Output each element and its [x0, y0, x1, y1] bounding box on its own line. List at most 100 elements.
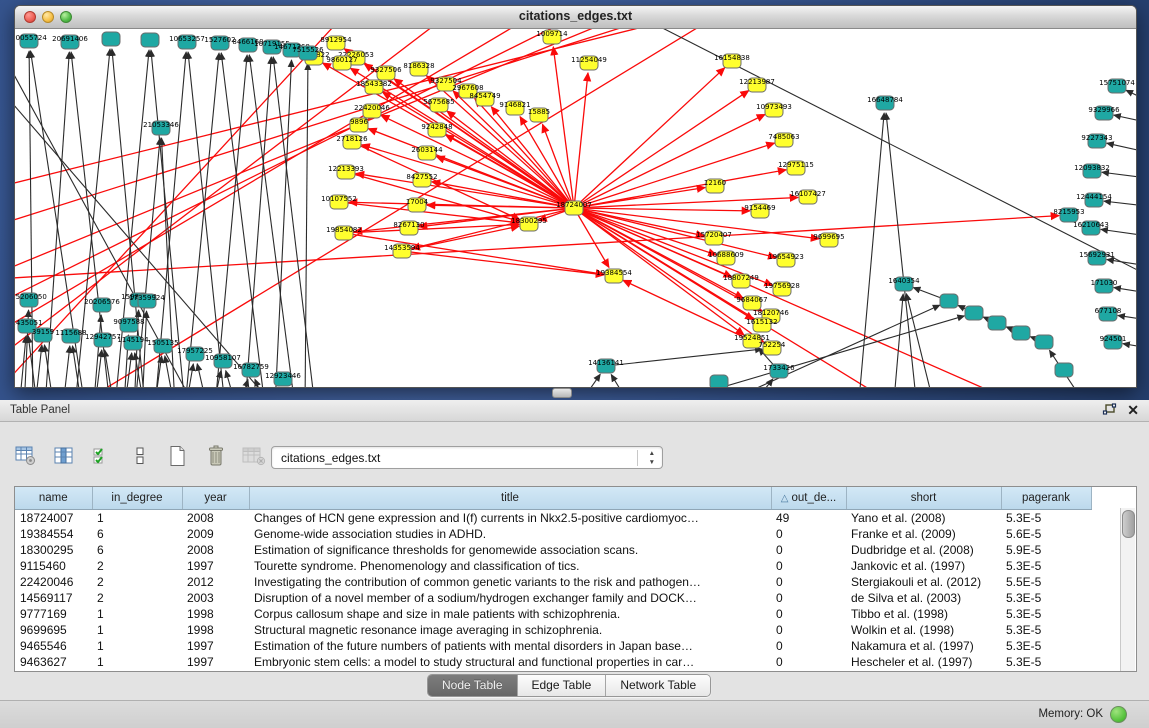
network-node[interactable]: 16154838 [714, 54, 750, 68]
network-node[interactable] [940, 294, 958, 308]
column-header-out_de[interactable]: △out_de... [771, 487, 846, 510]
network-node[interactable]: 15692931 [1079, 251, 1115, 265]
table-cell[interactable]: 5.3E-5 [1001, 606, 1091, 622]
network-node[interactable]: 8454749 [469, 92, 500, 106]
network-node[interactable]: 1733426 [763, 364, 795, 378]
table-cell[interactable]: 0 [771, 638, 846, 654]
table-cell[interactable]: 0 [771, 526, 846, 542]
table-cell[interactable]: Tourette syndrome. Phenomenology and cla… [249, 558, 771, 574]
table-cell[interactable]: 1997 [182, 654, 249, 670]
table-cell[interactable]: 1 [92, 638, 182, 654]
network-node[interactable]: 8267130 [393, 221, 424, 235]
table-cell[interactable]: Estimation of significance thresholds fo… [249, 542, 771, 558]
network-node[interactable] [1012, 326, 1030, 340]
table-cell[interactable]: 5.3E-5 [1001, 654, 1091, 670]
table-cell[interactable]: 1998 [182, 622, 249, 638]
network-node[interactable]: 10107552 [321, 195, 357, 209]
table-cell[interactable]: 9777169 [15, 606, 92, 622]
table-cell[interactable]: Genome-wide association studies in ADHD. [249, 526, 771, 542]
network-node[interactable]: 924501 [1100, 335, 1127, 349]
network-node[interactable]: 7485063 [768, 133, 799, 147]
scrollbar-thumb[interactable] [1122, 510, 1135, 538]
table-row[interactable]: 1830029562008Estimation of significance … [15, 542, 1091, 558]
network-node[interactable]: 9684067 [736, 296, 767, 310]
table-cell[interactable]: 22420046 [15, 574, 92, 590]
network-node[interactable]: 9327506 [370, 66, 402, 80]
panel-close-icon[interactable]: ✕ [1127, 402, 1139, 418]
table-cell[interactable]: 0 [771, 542, 846, 558]
column-header-pagerank[interactable]: pagerank [1001, 487, 1091, 510]
table-options-icon[interactable] [14, 444, 38, 468]
table-cell[interactable]: 9463627 [15, 654, 92, 670]
network-node[interactable]: 19854082 [326, 226, 362, 240]
table-cell[interactable]: 5.9E-5 [1001, 542, 1091, 558]
table-cell[interactable]: Changes of HCN gene expression and I(f) … [249, 510, 771, 527]
network-node[interactable]: 25206050 [15, 293, 47, 307]
table-cell[interactable]: 5.6E-5 [1001, 526, 1091, 542]
network-node[interactable] [102, 32, 120, 46]
network-node[interactable]: 5675685 [423, 98, 454, 112]
network-node[interactable]: 12093832 [1074, 164, 1110, 178]
table-cell[interactable]: Corpus callosum shape and size in male p… [249, 606, 771, 622]
network-node[interactable] [988, 316, 1006, 330]
table-cell[interactable]: 2003 [182, 590, 249, 606]
table-cell[interactable]: 0 [771, 558, 846, 574]
table-cell[interactable]: Structural magnetic resonance image aver… [249, 622, 771, 638]
table-cell[interactable]: 0 [771, 654, 846, 670]
network-node[interactable]: 12213393 [328, 165, 364, 179]
table-cell[interactable]: Tibbo et al. (1998) [846, 606, 1001, 622]
network-node[interactable] [965, 306, 983, 320]
table-row[interactable]: 946362711997Embryonic stem cells: a mode… [15, 654, 1091, 670]
network-window[interactable]: citations_edges.txt 18724007891295422226… [14, 5, 1137, 388]
table-cell[interactable]: 2012 [182, 574, 249, 590]
network-svg[interactable]: 1872400789129542222605393275061854338281… [15, 29, 1136, 387]
network-node[interactable]: 8427552 [406, 173, 437, 187]
table-cell[interactable]: 5.3E-5 [1001, 622, 1091, 638]
network-node[interactable] [1035, 335, 1053, 349]
table-cell[interactable]: 9115460 [15, 558, 92, 574]
network-node[interactable]: 12942757 [85, 333, 121, 347]
network-node[interactable]: 12975115 [778, 161, 814, 175]
row-height-icon[interactable] [128, 444, 152, 468]
table-cell[interactable]: Estimation of the future numbers of pati… [249, 638, 771, 654]
window-titlebar[interactable]: citations_edges.txt [15, 6, 1136, 29]
network-node[interactable]: 18300295 [511, 217, 547, 231]
network-node[interactable] [141, 33, 159, 47]
table-row[interactable]: 977716911998Corpus callosum shape and si… [15, 606, 1091, 622]
column-select-icon[interactable] [52, 444, 76, 468]
table-cell[interactable]: 1 [92, 622, 182, 638]
network-node[interactable]: 12444154 [1076, 193, 1112, 207]
table-row[interactable]: 911546021997Tourette syndrome. Phenomeno… [15, 558, 1091, 574]
tab-edge-table[interactable]: Edge Table [518, 675, 607, 696]
network-node[interactable]: 1640354 [888, 277, 920, 291]
table-cell[interactable]: 14569117 [15, 590, 92, 606]
table-cell[interactable]: Stergiakouli et al. (2012) [846, 574, 1001, 590]
table-cell[interactable]: 2 [92, 558, 182, 574]
table-cell[interactable]: 1997 [182, 558, 249, 574]
new-table-icon[interactable] [166, 444, 190, 468]
table-cell[interactable]: 1 [92, 654, 182, 670]
table-cell[interactable]: 5.3E-5 [1001, 638, 1091, 654]
column-header-in_degree[interactable]: in_degree [92, 487, 182, 510]
table-cell[interactable]: 5.3E-5 [1001, 590, 1091, 606]
network-node[interactable]: 12160 [704, 179, 726, 193]
table-cell[interactable]: 2008 [182, 542, 249, 558]
network-node[interactable]: 12923446 [265, 372, 301, 386]
table-cell[interactable]: Franke et al. (2009) [846, 526, 1001, 542]
network-node[interactable]: 12213987 [739, 78, 775, 92]
network-node[interactable]: 16107427 [790, 190, 826, 204]
float-window-icon[interactable] [1102, 403, 1117, 417]
table-cell[interactable]: Wolkin et al. (1998) [846, 622, 1001, 638]
network-node[interactable]: 39159 [32, 328, 54, 342]
network-node[interactable]: 20691406 [52, 35, 88, 49]
table-cell[interactable]: 0 [771, 606, 846, 622]
network-node[interactable] [1055, 363, 1073, 377]
table-cell[interactable]: 9699695 [15, 622, 92, 638]
table-cell[interactable]: Hescheler et al. (1997) [846, 654, 1001, 670]
table-cell[interactable]: 5.3E-5 [1001, 510, 1091, 527]
table-row[interactable]: 1938455462009Genome-wide association stu… [15, 526, 1091, 542]
network-node[interactable]: 10653257 [169, 35, 205, 49]
network-node[interactable] [710, 375, 728, 387]
column-header-name[interactable]: name [15, 487, 92, 510]
table-cell[interactable]: 18724007 [15, 510, 92, 527]
